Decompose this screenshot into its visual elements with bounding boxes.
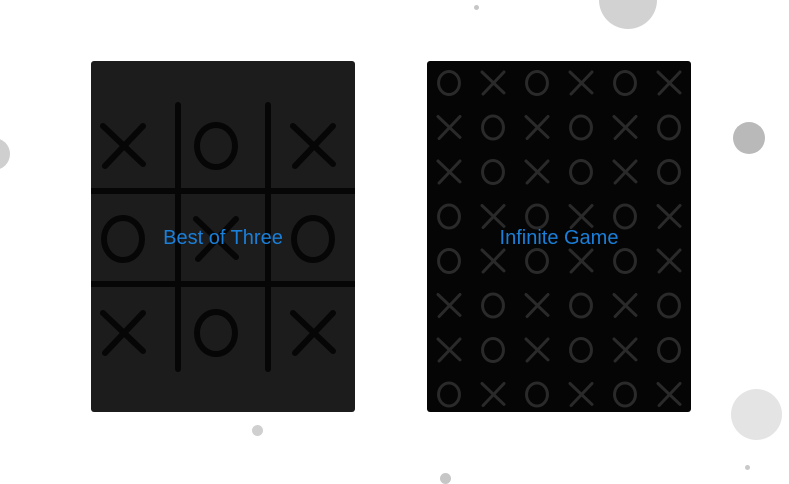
bubble-right-mid [733,122,765,154]
pattern-x-mark [568,382,594,407]
pattern-o-mark [657,336,681,364]
board-x-mark [100,123,146,169]
board-x-mark [100,310,146,356]
bubble-small-bottom-left [252,425,263,436]
pattern-o-mark [525,381,549,408]
pattern-x-mark [436,115,462,140]
bubble-bottom-center [440,473,451,484]
pattern-x-mark [480,70,506,96]
pattern-o-mark [569,158,593,186]
pattern-o-mark [481,336,505,364]
pattern-o-mark [525,247,549,275]
pattern-o-mark [657,114,681,141]
pattern-x-mark [568,70,594,96]
pattern-o-mark [437,247,461,275]
pattern-x-mark [480,248,506,274]
bubble-bottom-right [731,389,782,440]
pattern-x-mark [612,337,638,363]
pattern-x-mark [524,337,550,363]
pattern-o-mark [569,292,593,319]
board-x-mark [290,310,336,356]
pattern-x-mark [524,293,550,318]
pattern-x-mark [612,115,638,140]
pattern-o-mark [657,292,681,319]
infinite-game-label: Infinite Game [499,227,619,249]
pattern-o-mark [525,69,549,97]
pattern-x-mark [656,70,682,96]
pattern-x-mark [524,159,550,185]
pattern-o-mark [481,114,505,141]
pattern-o-mark [481,292,505,319]
pattern-x-mark [480,382,506,407]
pattern-o-mark [613,247,637,275]
pattern-o-mark [437,69,461,97]
pattern-o-mark [569,336,593,364]
pattern-x-mark [436,337,462,363]
pattern-x-mark [656,248,682,274]
pattern-x-mark [436,159,462,185]
pattern-x-mark [612,159,638,185]
board-x-mark [290,123,336,169]
pattern-o-mark [481,158,505,186]
pattern-o-mark [437,381,461,408]
bubble-left-edge [0,138,10,170]
pattern-o-mark [657,158,681,186]
bubble-dot-bottom-right [745,465,750,470]
pattern-x-mark [656,382,682,407]
bubble-dot-top [474,5,479,10]
board-o-mark [194,309,238,357]
infinite-game-card[interactable]: Infinite Game [427,61,691,412]
pattern-x-mark [524,115,550,140]
pattern-x-mark [612,293,638,318]
bubble-top-right [599,0,657,29]
board-o-mark [194,122,238,170]
best-of-three-card[interactable]: Best of Three [91,61,355,412]
pattern-x-mark [436,293,462,318]
best-of-three-label: Best of Three [163,227,283,249]
pattern-x-mark [568,248,594,274]
pattern-o-mark [613,381,637,408]
pattern-o-mark [613,69,637,97]
pattern-o-mark [569,114,593,141]
